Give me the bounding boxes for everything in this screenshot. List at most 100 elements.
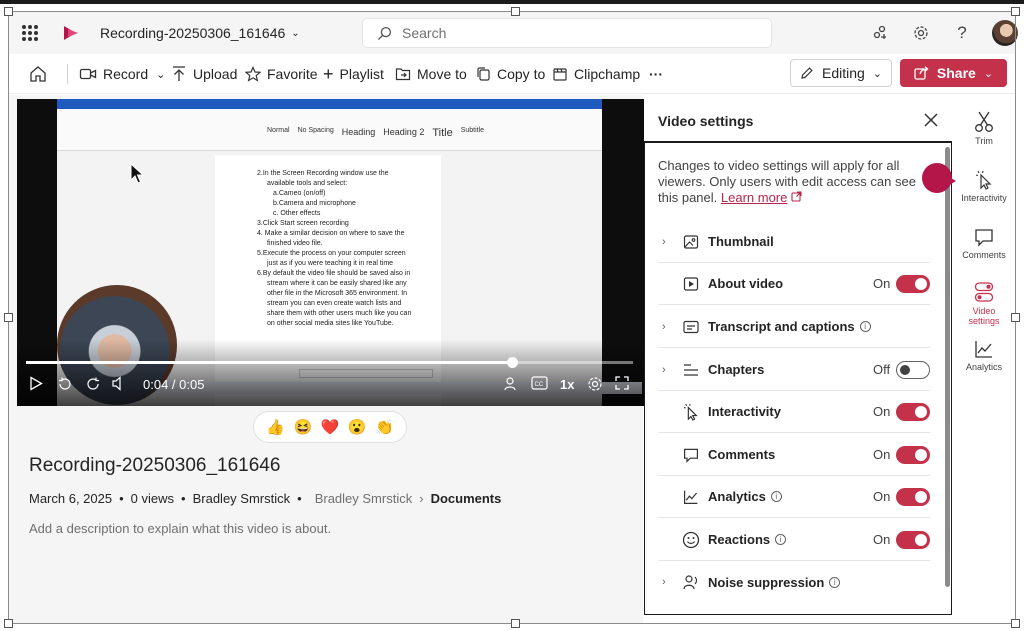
info-icon[interactable]: i bbox=[859, 321, 871, 332]
analytics-icon bbox=[975, 341, 992, 358]
setting-toggle-interactivity[interactable] bbox=[896, 402, 930, 421]
rail-analytics[interactable]: Analytics bbox=[948, 339, 1020, 372]
player-settings-button[interactable] bbox=[587, 376, 603, 392]
info-icon[interactable]: i bbox=[829, 576, 841, 588]
image-icon bbox=[682, 233, 700, 251]
rail-interactivity-label: Interactivity bbox=[961, 193, 1007, 203]
pencil-icon bbox=[801, 67, 813, 79]
setting-row-chapters[interactable]: › Chapters Off bbox=[658, 349, 930, 391]
setting-row-transcript-and-captions[interactable]: › Transcript and captions i bbox=[658, 306, 930, 348]
skip-back-button[interactable] bbox=[57, 376, 73, 392]
speaker-icon bbox=[112, 376, 121, 391]
resize-handle[interactable] bbox=[1011, 619, 1020, 628]
bullet-separator: • bbox=[119, 491, 124, 506]
chevron-right-icon[interactable]: › bbox=[662, 576, 672, 588]
clap-reaction[interactable]: 👏 bbox=[375, 418, 394, 436]
favorite-button[interactable]: Favorite bbox=[245, 63, 318, 85]
tutorial-pointer-tail bbox=[946, 175, 956, 187]
move-to-label: Move to bbox=[417, 66, 467, 82]
avatar[interactable] bbox=[992, 20, 1018, 46]
setting-row-thumbnail[interactable]: › Thumbnail bbox=[658, 221, 930, 263]
resize-handle[interactable] bbox=[1011, 7, 1020, 16]
setting-toggle-analytics[interactable] bbox=[896, 487, 930, 506]
chevron-right-icon[interactable]: › bbox=[662, 364, 672, 376]
app-launcher-icon[interactable] bbox=[22, 25, 38, 41]
open-external-icon bbox=[791, 191, 802, 202]
seek-handle[interactable] bbox=[506, 357, 518, 368]
copy-to-button[interactable]: Copy to bbox=[475, 63, 545, 85]
help-icon[interactable]: ? bbox=[951, 22, 973, 44]
resize-handle[interactable] bbox=[511, 619, 520, 628]
move-to-button[interactable]: Move to bbox=[395, 63, 467, 85]
resize-handle[interactable] bbox=[511, 7, 520, 16]
settings-panel-header: Video settings bbox=[644, 95, 952, 141]
play-button[interactable] bbox=[29, 376, 43, 391]
people-settings-icon[interactable] bbox=[869, 22, 891, 44]
close-icon[interactable] bbox=[922, 111, 940, 129]
search-input[interactable]: Search bbox=[363, 19, 771, 47]
breadcrumb-folder[interactable]: Documents bbox=[431, 491, 502, 506]
volume-button[interactable] bbox=[111, 376, 127, 391]
scissors-icon bbox=[975, 111, 993, 132]
editing-mode-dropdown[interactable]: Editing ⌄ bbox=[790, 59, 892, 87]
command-bar: Record ⌄ Upload Favorite + Playlist Move… bbox=[9, 54, 1015, 94]
info-icon[interactable]: i bbox=[775, 534, 787, 545]
setting-toggle-about-video[interactable] bbox=[896, 274, 930, 293]
video-player[interactable]: Normal No Spacing Heading Heading 2 Title Sub… bbox=[17, 99, 644, 406]
laugh-reaction[interactable]: 😆 bbox=[293, 418, 312, 436]
heart-reaction[interactable]: ❤️ bbox=[321, 418, 340, 436]
rail-comments-label: Comments bbox=[962, 250, 1006, 260]
record-button[interactable]: Record ⌄ bbox=[79, 63, 165, 85]
setting-toggle-comments[interactable] bbox=[896, 445, 930, 464]
clipchamp-button[interactable]: Clipchamp bbox=[552, 63, 640, 85]
gear-icon[interactable] bbox=[910, 22, 932, 44]
more-options-button[interactable]: ··· bbox=[649, 63, 663, 85]
upload-button[interactable]: Upload bbox=[171, 63, 237, 85]
chevron-down-icon: ⌄ bbox=[872, 67, 883, 80]
video-title: Recording-20250306_161646 bbox=[29, 455, 281, 476]
home-icon bbox=[30, 66, 46, 82]
rail-comments[interactable]: Comments bbox=[948, 227, 1020, 260]
setting-toggle-reactions[interactable] bbox=[896, 530, 930, 549]
right-rail: Trim Interactivity Comments Video settin… bbox=[953, 95, 1015, 624]
fullscreen-button[interactable] bbox=[615, 376, 629, 390]
file-title: Recording-20250306_161646 bbox=[100, 25, 286, 41]
seek-bar[interactable] bbox=[26, 357, 633, 368]
breadcrumb-owner[interactable]: Bradley Smrstick bbox=[315, 491, 413, 506]
captions-button[interactable]: CC bbox=[531, 376, 548, 390]
skip-forward-button[interactable] bbox=[85, 376, 101, 392]
rail-interactivity[interactable]: Interactivity bbox=[948, 170, 1020, 203]
setting-label-text: Noise suppression bbox=[708, 574, 825, 590]
resize-handle[interactable] bbox=[4, 7, 13, 16]
panel-info: Changes to video settings will apply for… bbox=[658, 158, 926, 206]
setting-row-noise-suppression[interactable]: › Noise suppression i bbox=[658, 561, 930, 603]
rail-analytics-label: Analytics bbox=[965, 362, 1002, 372]
clipchamp-label: Clipchamp bbox=[574, 66, 641, 82]
resize-handle[interactable] bbox=[4, 619, 13, 628]
chevron-right-icon[interactable]: › bbox=[662, 321, 672, 333]
rail-trim[interactable]: Trim bbox=[948, 111, 1020, 146]
chapters-icon bbox=[682, 361, 700, 379]
rail-video-settings[interactable]: Video settings bbox=[948, 281, 1020, 326]
share-button[interactable]: Share ⌄ bbox=[900, 59, 1007, 87]
owner-name[interactable]: Bradley Smrstick bbox=[193, 491, 291, 506]
cameo-toggle-button[interactable] bbox=[504, 376, 520, 391]
setting-label: Noise suppression i bbox=[708, 574, 841, 590]
resize-handle[interactable] bbox=[4, 313, 13, 322]
home-button[interactable] bbox=[29, 63, 47, 85]
info-icon[interactable]: i bbox=[770, 491, 782, 502]
surprised-reaction[interactable]: 😮 bbox=[348, 418, 367, 436]
chevron-right-icon[interactable]: › bbox=[662, 236, 672, 248]
description-field[interactable]: Add a description to explain what this v… bbox=[29, 521, 331, 536]
playlist-button[interactable]: + Playlist bbox=[323, 63, 384, 85]
analytics-icon bbox=[682, 488, 700, 506]
playlist-label: Playlist bbox=[339, 66, 384, 82]
learn-more-link[interactable]: Learn more bbox=[721, 190, 787, 205]
setting-toggle-chapters[interactable] bbox=[896, 360, 930, 379]
resize-handle[interactable] bbox=[1011, 313, 1020, 322]
setting-label: Thumbnail bbox=[708, 234, 774, 249]
setting-row-interactivity: Interactivity On bbox=[658, 391, 930, 433]
file-title-dropdown[interactable]: Recording-20250306_161646 ⌄ bbox=[100, 22, 300, 44]
playback-speed-button[interactable]: 1x bbox=[560, 377, 574, 392]
like-reaction[interactable]: 👍 bbox=[266, 418, 285, 436]
